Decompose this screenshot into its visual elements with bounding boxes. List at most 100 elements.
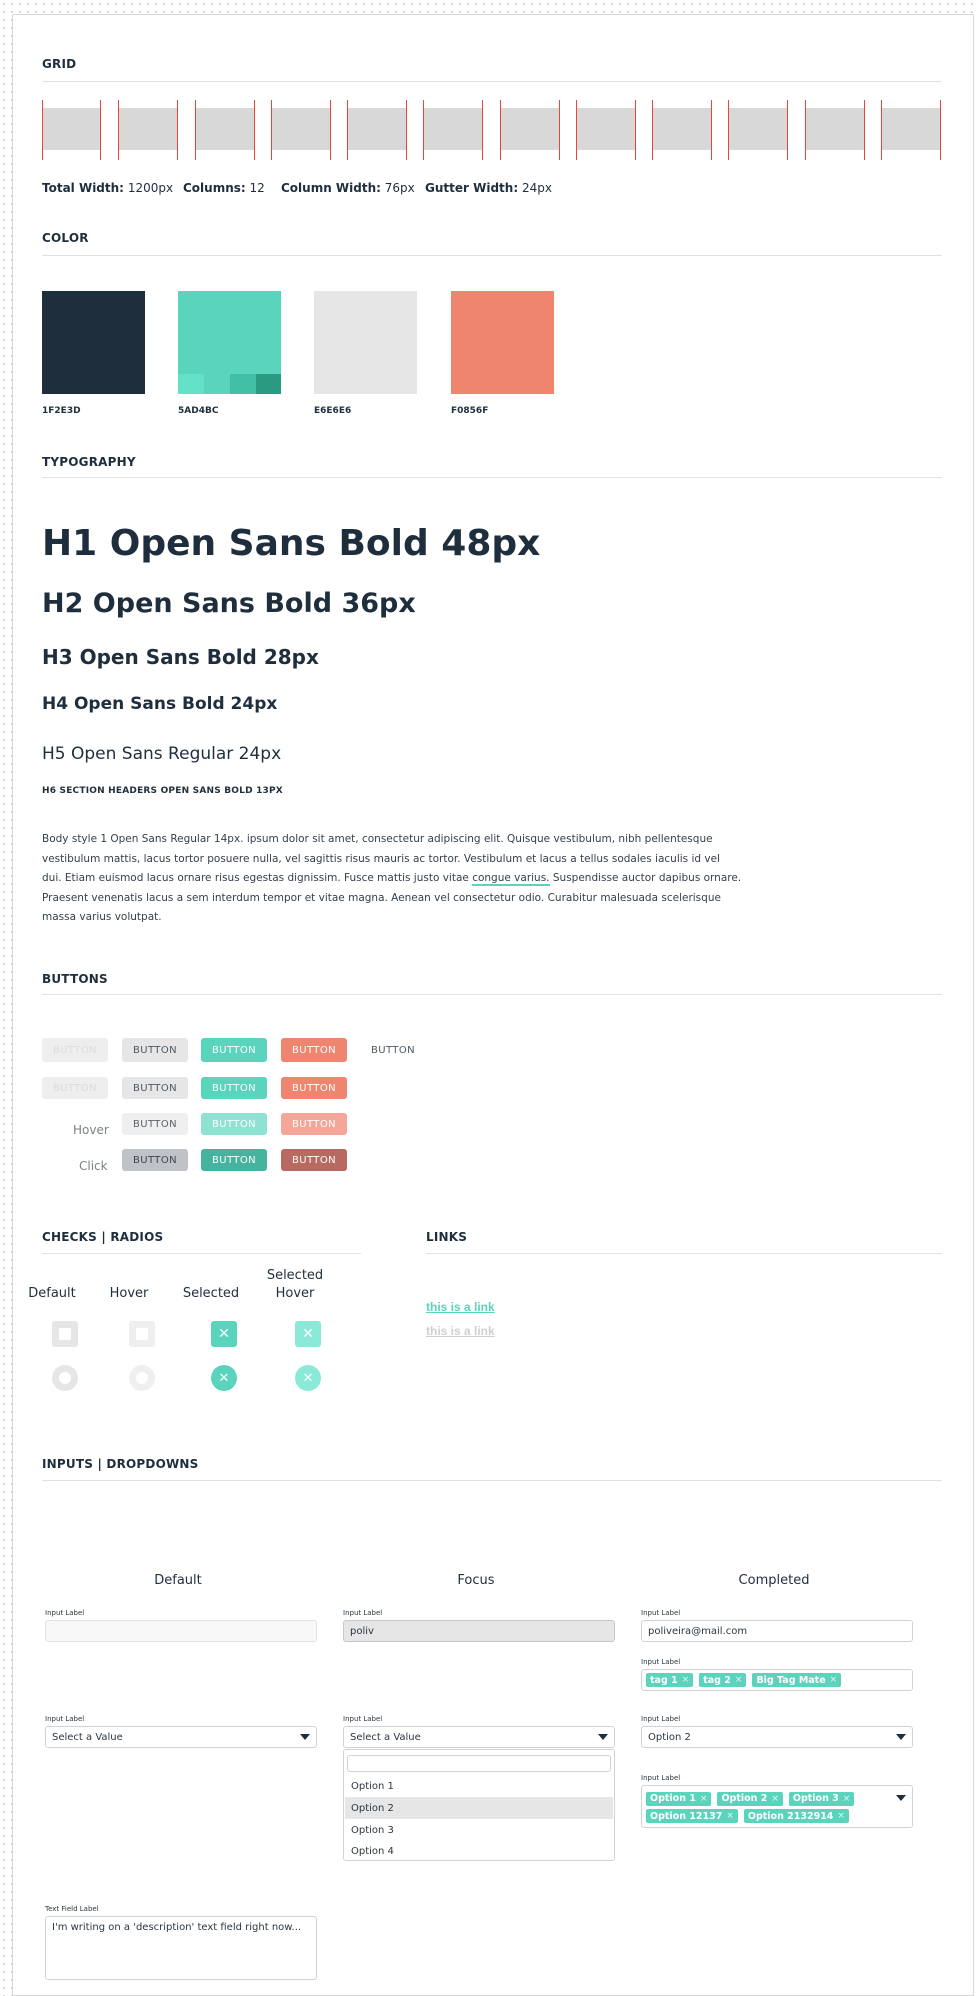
disabled-button: BUTTON <box>42 1038 108 1062</box>
secondary-click-button[interactable]: BUTTON <box>122 1149 188 1171</box>
input-label: Input Label <box>343 1715 383 1723</box>
danger-hover-button[interactable]: BUTTON <box>281 1113 347 1135</box>
checkbox-selected[interactable]: ✕ <box>211 1321 237 1347</box>
primary-click-button[interactable]: BUTTON <box>201 1149 267 1171</box>
checks-col-hover: Hover <box>109 1286 149 1301</box>
check-x-icon: ✕ <box>218 1326 230 1342</box>
color-label: 1F2E3D <box>42 406 81 416</box>
heading-4-sample: H4 Open Sans Bold 24px <box>42 694 278 714</box>
dropdown-search-input[interactable] <box>347 1755 611 1772</box>
textfield-label: Text Field Label <box>45 1905 99 1913</box>
heading-6-sample: H6 SECTION HEADERS OPEN SANS BOLD 13PX <box>42 786 283 796</box>
link-active[interactable]: this is a link <box>426 1300 495 1314</box>
section-title-checks-radios: CHECKS | RADIOS <box>42 1230 164 1244</box>
primary-button[interactable]: BUTTON <box>201 1038 267 1062</box>
input-label: Input Label <box>45 1715 85 1723</box>
email-field[interactable]: poliveira@mail.com <box>641 1620 913 1642</box>
heading-3-sample: H3 Open Sans Bold 28px <box>42 645 319 669</box>
tag-input[interactable]: tag 1 × tag 2 × Big Tag Mate × <box>641 1669 913 1691</box>
heading-1-sample: H1 Open Sans Bold 48px <box>42 523 541 564</box>
heading-5-sample: H5 Open Sans Regular 24px <box>42 744 282 764</box>
body-text-sample: Body style 1 Open Sans Regular 14px. ips… <box>42 833 742 923</box>
grid-column <box>423 100 483 160</box>
remove-tag-icon[interactable]: × <box>682 1675 690 1685</box>
checkbox-selected-hover[interactable]: ✕ <box>295 1321 321 1347</box>
color-swatch-navy <box>42 291 145 394</box>
remove-tag-icon[interactable]: × <box>771 1794 779 1804</box>
danger-small-button[interactable]: BUTTON <box>281 1077 347 1099</box>
input-label: Input Label <box>45 1609 85 1617</box>
color-label: E6E6E6 <box>314 406 352 416</box>
remove-tag-icon[interactable]: × <box>700 1794 708 1804</box>
link-visited[interactable]: this is a link <box>426 1324 495 1338</box>
multi-select[interactable]: Option 1 × Option 2 × Option 3 × Option 121… <box>641 1785 913 1828</box>
inputs-col-completed: Completed <box>738 1573 810 1588</box>
chevron-down-icon <box>896 1795 906 1801</box>
grid-column <box>195 100 255 160</box>
remove-tag-icon[interactable]: × <box>735 1675 743 1685</box>
chevron-down-icon <box>598 1734 608 1740</box>
text-input-focus[interactable]: poliv <box>343 1620 615 1642</box>
remove-tag-icon[interactable]: × <box>843 1794 851 1804</box>
inline-link[interactable]: congue varius. <box>472 872 550 886</box>
danger-button[interactable]: BUTTON <box>281 1038 347 1062</box>
color-label: F0856F <box>451 406 489 416</box>
dropdown-option-highlighted[interactable]: Option 2 <box>345 1797 613 1819</box>
grid-columns-count: Columns: 12 <box>183 181 265 195</box>
grid-column <box>576 100 636 160</box>
danger-click-button[interactable]: BUTTON <box>281 1149 347 1171</box>
section-title-inputs: INPUTS | DROPDOWNS <box>42 1457 199 1471</box>
remove-tag-icon[interactable]: × <box>726 1811 734 1821</box>
radio-selected[interactable]: ✕ <box>211 1365 237 1391</box>
remove-tag-icon[interactable]: × <box>837 1811 845 1821</box>
dropdown-option[interactable]: Option 4 <box>345 1840 613 1862</box>
hover-state-label: Hover <box>73 1123 109 1137</box>
grid-total-width: Total Width: 1200px <box>42 181 174 195</box>
section-divider <box>42 477 942 478</box>
inputs-col-default: Default <box>154 1573 202 1588</box>
color-swatch-teal <box>178 291 281 394</box>
dropdown-option[interactable]: Option 3 <box>345 1819 613 1841</box>
grid-column-width: Column Width: 76px <box>281 181 415 195</box>
heading-2-sample: H2 Open Sans Bold 36px <box>42 588 416 619</box>
section-title-links: LINKS <box>426 1230 468 1244</box>
input-label: Input Label <box>343 1609 383 1617</box>
section-divider <box>426 1253 942 1254</box>
grid-column <box>881 100 941 160</box>
select-completed[interactable]: Option 2 <box>641 1726 913 1748</box>
secondary-button[interactable]: BUTTON <box>122 1038 188 1062</box>
section-divider <box>42 1480 942 1481</box>
section-title-color: COLOR <box>42 231 89 245</box>
remove-tag-icon[interactable]: × <box>830 1675 838 1685</box>
tag-chip: Option 2 × <box>717 1791 783 1806</box>
select-default[interactable]: Select a Value <box>45 1726 317 1748</box>
radio-selected-hover[interactable]: ✕ <box>295 1365 321 1391</box>
inputs-col-focus: Focus <box>457 1573 495 1588</box>
tag-chip: tag 2 × <box>699 1673 747 1687</box>
dropdown-option[interactable]: Option 1 <box>345 1775 613 1797</box>
checkbox-default[interactable] <box>52 1321 78 1347</box>
grid-column <box>271 100 331 160</box>
primary-hover-button[interactable]: BUTTON <box>201 1113 267 1135</box>
description-textarea[interactable]: I'm writing on a 'description' text fiel… <box>45 1916 317 1980</box>
text-button[interactable]: BUTTON <box>360 1038 426 1062</box>
grid-column <box>652 100 712 160</box>
secondary-small-button[interactable]: BUTTON <box>122 1077 188 1099</box>
radio-hover[interactable] <box>129 1365 155 1391</box>
secondary-hover-button[interactable]: BUTTON <box>122 1113 188 1135</box>
section-divider <box>42 994 942 995</box>
input-label: Input Label <box>641 1609 681 1617</box>
section-divider <box>42 1253 361 1254</box>
color-swatch-light-grey <box>314 291 417 394</box>
primary-small-button[interactable]: BUTTON <box>201 1077 267 1099</box>
select-focus[interactable]: Select a Value <box>343 1726 615 1748</box>
tag-chip: Option 2132914 × <box>743 1809 849 1823</box>
text-input-default[interactable] <box>45 1620 317 1642</box>
tag-chip: tag 1 × <box>646 1673 694 1687</box>
section-title-typography: TYPOGRAPHY <box>42 455 136 469</box>
checks-col-selected-hover-line1: Selected <box>266 1268 324 1283</box>
radio-default[interactable] <box>52 1365 78 1391</box>
checkbox-hover[interactable] <box>129 1321 155 1347</box>
input-label: Input Label <box>641 1774 681 1782</box>
grid-column <box>500 100 560 160</box>
